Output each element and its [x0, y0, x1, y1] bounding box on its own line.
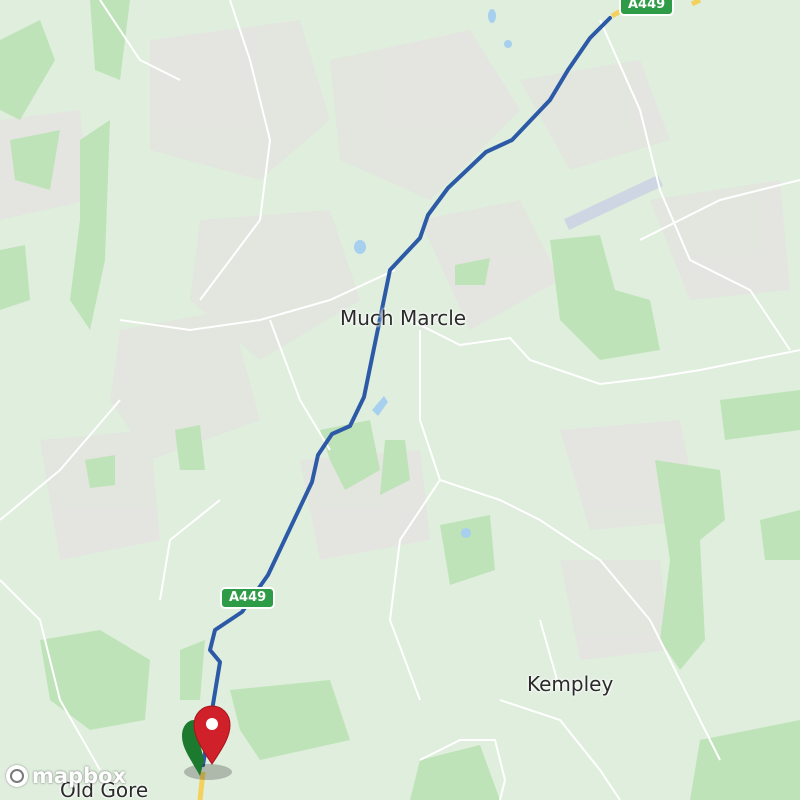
place-label-kempley: Kempley	[527, 672, 614, 696]
road-shield-a449-south: A449	[220, 587, 276, 609]
road-shield-a449-north: A449	[619, 0, 675, 16]
map-canvas[interactable]: Much Marcle Kempley Old Gore A449 A449 m…	[0, 0, 800, 800]
route-markers[interactable]	[170, 700, 250, 785]
mapbox-logo-text: mapbox	[32, 764, 127, 788]
mapbox-logo[interactable]: mapbox	[6, 764, 126, 788]
pin-center-dot	[206, 718, 218, 730]
place-label-much-marcle: Much Marcle	[340, 306, 467, 330]
map-base-layer	[0, 0, 800, 800]
marker-shadow	[184, 764, 232, 780]
mapbox-icon	[6, 765, 28, 787]
